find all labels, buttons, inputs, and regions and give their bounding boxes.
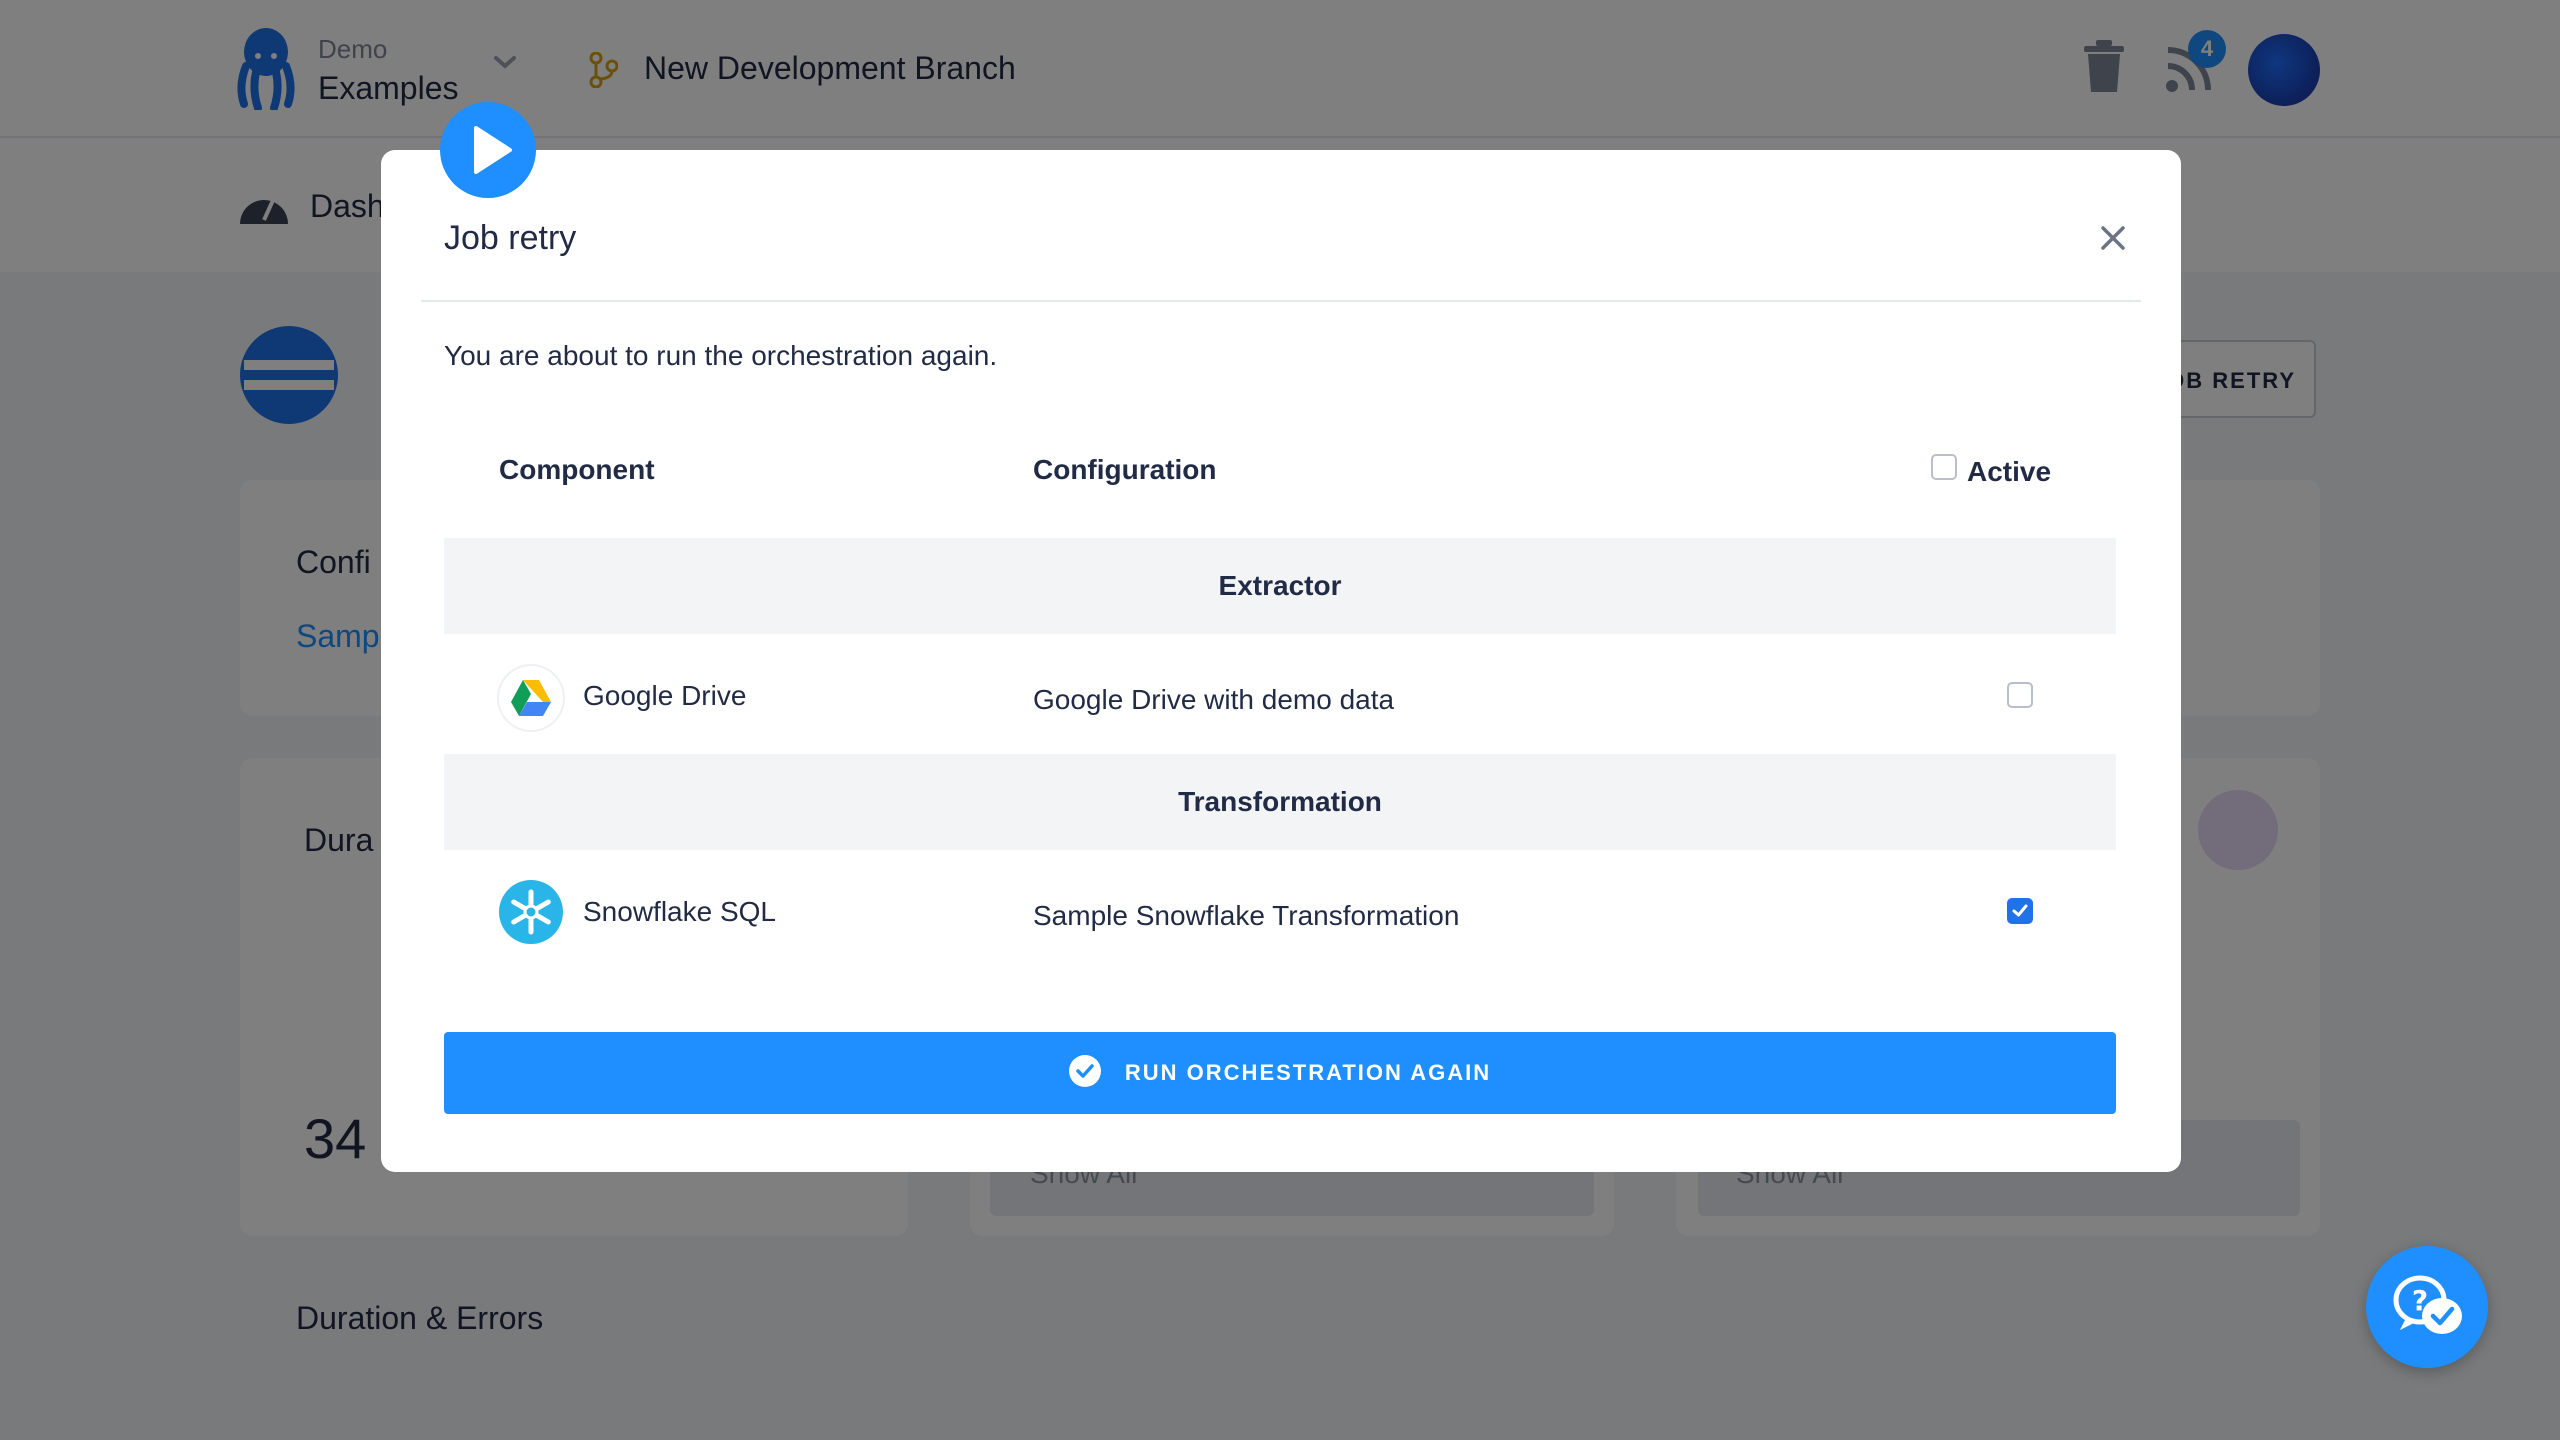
component-name-google-drive: Google Drive [583,680,747,711]
check-circle-icon [1068,1054,1101,1092]
column-header-component: Component [499,454,655,485]
group-label: Extractor [1218,570,1342,601]
play-icon [440,102,536,198]
component-name-snowflake: Snowflake SQL [583,896,776,927]
group-label: Transformation [1178,786,1382,817]
modal-divider [421,300,2141,302]
group-header-extractor: Extractor [444,538,2116,634]
modal-title: Job retry [444,219,577,257]
job-retry-modal: Job retry You are about to run the orche… [381,150,2181,1172]
active-checkbox-snowflake[interactable] [2007,898,2033,924]
configuration-name-snowflake: Sample Snowflake Transformation [1033,900,1460,931]
google-drive-icon [499,666,563,730]
run-button-label: RUN ORCHESTRATION AGAIN [1124,1060,1492,1085]
snowflake-icon [499,880,563,944]
run-orchestration-again-button[interactable]: RUN ORCHESTRATION AGAIN [444,1032,2116,1114]
close-icon[interactable] [2093,218,2133,258]
active-checkbox-google-drive[interactable] [2007,682,2033,708]
help-chat-icon[interactable]: ? [2366,1246,2488,1368]
column-header-configuration: Configuration [1033,454,1217,485]
group-header-transformation: Transformation [444,754,2116,850]
configuration-name-google-drive: Google Drive with demo data [1033,684,1395,715]
column-header-active: Active [1967,456,2052,487]
modal-description: You are about to run the orchestration a… [444,340,998,371]
select-all-active-checkbox[interactable] [1931,454,1957,480]
